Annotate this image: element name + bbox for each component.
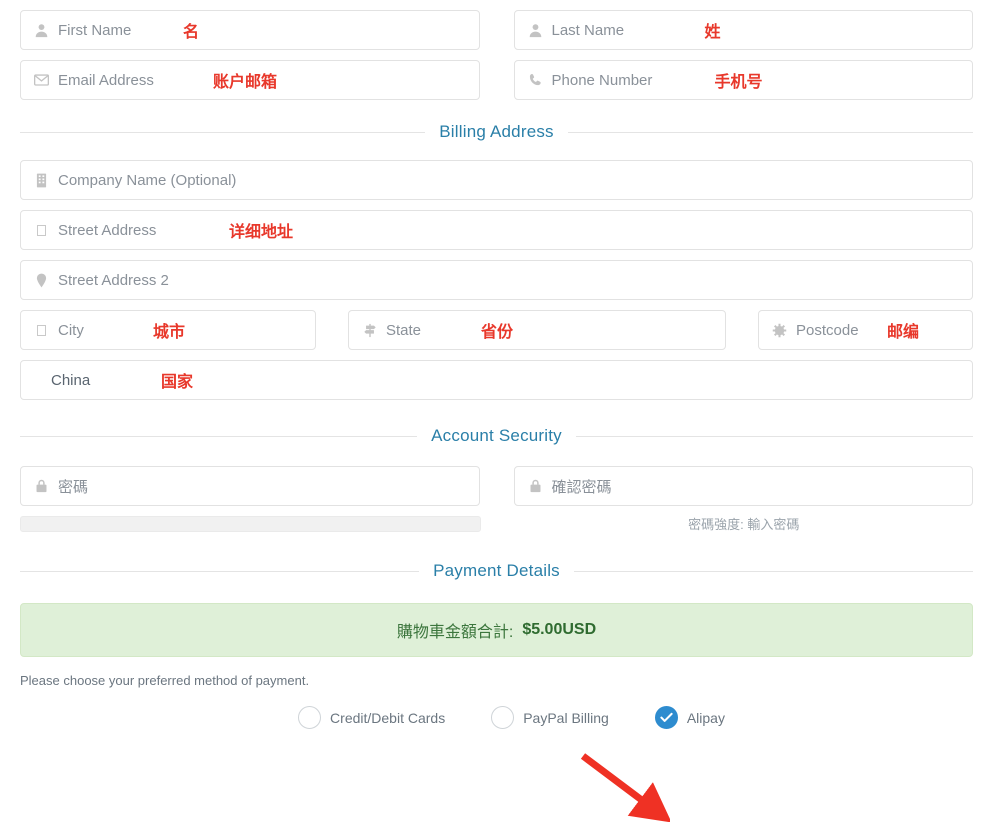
cart-total-amount: $5.00USD xyxy=(522,621,597,638)
phone-field[interactable]: Phone Number 手机号 xyxy=(513,60,973,100)
company-name-placeholder: Company Name (Optional) xyxy=(58,171,237,189)
phone-icon xyxy=(527,72,544,89)
payment-option-credit-debit-cards[interactable]: Credit/Debit Cards xyxy=(298,706,445,729)
name-row: First Name 名 Last Name 姓 xyxy=(20,10,973,50)
missing-glyph-icon xyxy=(33,322,50,339)
divider-line-left xyxy=(20,131,426,133)
divider-line-left xyxy=(20,435,418,437)
company-name-field[interactable]: Company Name (Optional) xyxy=(20,160,973,200)
country-select[interactable]: China 国家 xyxy=(20,360,973,400)
account-security-title: Account Security xyxy=(431,426,562,445)
phone-annotation: 手机号 xyxy=(714,74,763,91)
postcode-col: Postcode 邮编 xyxy=(758,310,973,350)
password-row: 密碼 確認密碼 xyxy=(20,466,973,506)
street-address-placeholder: Street Address xyxy=(58,221,157,239)
cart-total-label: 購物車金額合計: xyxy=(396,624,514,641)
last-name-annotation: 姓 xyxy=(704,24,721,41)
last-name-field[interactable]: Last Name 姓 xyxy=(513,10,973,50)
first-name-col: First Name 名 xyxy=(20,10,480,50)
email-phone-row: Email Address 账户邮箱 Phone Number 手机号 xyxy=(20,60,973,100)
map-pin-icon xyxy=(33,272,50,289)
payment-details-heading: Payment Details xyxy=(20,561,973,581)
email-annotation: 账户邮箱 xyxy=(213,74,278,91)
state-col: State 省份 xyxy=(348,310,726,350)
payment-option-label: Alipay xyxy=(686,709,725,726)
password-strength-row: 密碼強度: 輸入密碼 xyxy=(20,516,973,533)
street-address-2-placeholder: Street Address 2 xyxy=(58,271,169,289)
check-icon xyxy=(660,712,673,722)
gear-icon xyxy=(771,322,788,339)
password-col: 密碼 xyxy=(20,466,480,506)
payment-option-label: PayPal Billing xyxy=(523,709,609,726)
envelope-icon xyxy=(33,72,50,89)
state-placeholder: State xyxy=(386,321,422,339)
radio-paypal-billing[interactable] xyxy=(491,706,515,729)
city-field[interactable]: City 城市 xyxy=(20,310,316,350)
account-security-heading: Account Security xyxy=(20,426,974,446)
lock-icon xyxy=(527,478,544,495)
confirm-password-col: 確認密碼 xyxy=(513,466,973,506)
missing-glyph-icon xyxy=(33,222,50,239)
password-strength-bar xyxy=(20,516,481,532)
city-state-postcode-row: City 城市 State 省份 Postcode 邮编 xyxy=(20,310,973,350)
street-address-annotation: 详细地址 xyxy=(229,224,294,241)
state-annotation: 省份 xyxy=(481,324,514,341)
radio-alipay[interactable] xyxy=(654,706,678,729)
city-col: City 城市 xyxy=(20,310,316,350)
city-placeholder: City xyxy=(58,321,84,339)
city-annotation: 城市 xyxy=(153,324,186,341)
state-field[interactable]: State 省份 xyxy=(348,310,726,350)
email-col: Email Address 账户邮箱 xyxy=(20,60,480,100)
billing-address-heading: Billing Address xyxy=(20,122,974,142)
last-name-col: Last Name 姓 xyxy=(513,10,973,50)
divider-line-right xyxy=(573,570,973,572)
postcode-placeholder: Postcode xyxy=(796,321,859,339)
first-name-placeholder: First Name xyxy=(58,21,132,39)
postcode-field[interactable]: Postcode 邮编 xyxy=(758,310,973,350)
password-field[interactable]: 密碼 xyxy=(20,466,480,506)
payment-method-options: Credit/Debit Cards PayPal Billing Alipay xyxy=(20,706,973,729)
password-placeholder: 密碼 xyxy=(58,478,89,496)
payment-details-title: Payment Details xyxy=(433,561,560,580)
divider-line-right xyxy=(567,131,974,133)
payment-option-alipay[interactable]: Alipay xyxy=(654,706,725,729)
country-annotation: 国家 xyxy=(161,374,194,391)
email-field[interactable]: Email Address 账户邮箱 xyxy=(20,60,480,100)
postcode-annotation: 邮编 xyxy=(887,324,920,341)
user-icon xyxy=(33,22,50,39)
first-name-annotation: 名 xyxy=(183,24,200,41)
confirm-password-field[interactable]: 確認密碼 xyxy=(513,466,973,506)
confirm-password-placeholder: 確認密碼 xyxy=(551,478,612,496)
street-address-2-field[interactable]: Street Address 2 xyxy=(20,260,973,300)
first-name-field[interactable]: First Name 名 xyxy=(20,10,480,50)
user-icon xyxy=(527,22,544,39)
lock-icon xyxy=(33,478,50,495)
payment-option-label: Credit/Debit Cards xyxy=(330,709,446,726)
divider-line-right xyxy=(575,435,974,437)
email-placeholder: Email Address xyxy=(58,71,154,89)
cart-total-banner: 購物車金額合計: $5.00USD xyxy=(20,603,973,657)
billing-address-title: Billing Address xyxy=(439,122,554,141)
payment-option-paypal-billing[interactable]: PayPal Billing xyxy=(491,706,609,729)
payment-method-note: Please choose your preferred method of p… xyxy=(20,673,310,688)
password-strength-text: 密碼強度: 輸入密碼 xyxy=(688,517,800,532)
last-name-placeholder: Last Name xyxy=(551,21,625,39)
signpost-icon xyxy=(361,322,378,339)
country-value: China xyxy=(51,371,91,389)
divider-line-left xyxy=(20,570,420,572)
street-address-field[interactable]: Street Address 详细地址 xyxy=(20,210,973,250)
phone-col: Phone Number 手机号 xyxy=(513,60,973,100)
radio-credit-debit-cards[interactable] xyxy=(298,706,322,729)
checkout-form: First Name 名 Last Name 姓 Email Address 账… xyxy=(0,0,993,729)
annotation-arrow-icon xyxy=(575,752,672,827)
building-icon xyxy=(33,172,50,189)
phone-placeholder: Phone Number xyxy=(551,71,653,89)
